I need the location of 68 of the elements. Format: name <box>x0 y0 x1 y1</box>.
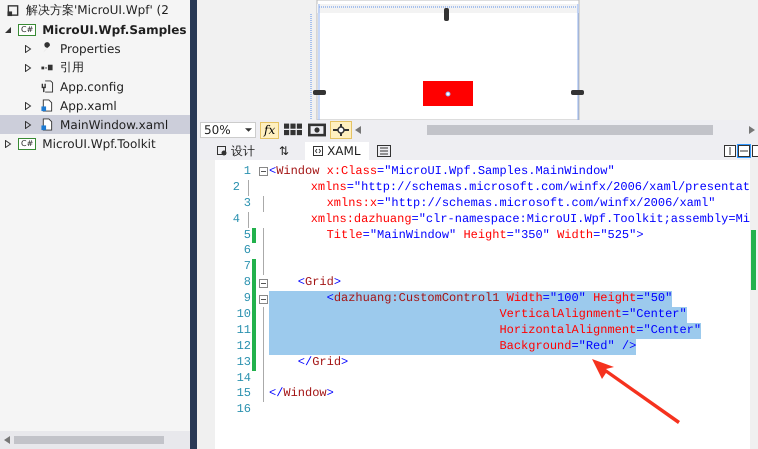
snap-icon[interactable] <box>307 122 328 138</box>
scroll-left-icon[interactable] <box>4 436 10 444</box>
code-line: <Grid> <box>296 275 342 292</box>
line-number: 13 <box>236 354 251 371</box>
collapse-icon[interactable] <box>258 278 268 288</box>
solution-icon <box>6 4 20 17</box>
tree-item[interactable]: MainWindow.xaml <box>0 115 190 134</box>
zoom-dropdown[interactable]: 50% <box>200 122 256 138</box>
collapse-icon[interactable] <box>258 167 268 176</box>
expander-icon[interactable] <box>4 140 12 148</box>
tree-item[interactable]: 引用 <box>0 58 190 77</box>
vertical-split-icon[interactable] <box>724 145 736 157</box>
line-number: 10 <box>236 307 251 323</box>
view-tab[interactable]: 设计 <box>209 142 263 160</box>
view-tab[interactable]: ⇅ <box>271 142 298 160</box>
solution-label[interactable]: 解决方案'MicroUI.Wpf' (2 <box>26 2 169 19</box>
collapse-pane-icon[interactable] <box>752 145 758 157</box>
line-number: 3 <box>242 196 251 212</box>
line-number: 1 <box>242 164 251 180</box>
line-number: 4 <box>232 212 240 228</box>
scrollbar[interactable] <box>750 160 758 449</box>
document-icon[interactable] <box>376 145 391 157</box>
csharp-project-icon: C# <box>18 24 36 36</box>
code-line: </Grid> <box>296 354 348 371</box>
code-line: <Window x:Class="MicroUI.Wpf.Samples.MainWindow" <box>269 164 615 180</box>
line-number: 8 <box>242 275 251 292</box>
tree-item[interactable]: App.config <box>0 77 190 96</box>
line-number: 11 <box>236 322 251 339</box>
line-number: 16 <box>236 402 251 418</box>
line-number: 2 <box>232 180 240 196</box>
line-number: 14 <box>236 370 251 386</box>
expander-icon[interactable] <box>24 44 32 52</box>
horizontal-split-icon[interactable] <box>738 145 750 157</box>
line-number: 12 <box>236 338 251 355</box>
expander-icon[interactable] <box>24 102 32 110</box>
caret-icon <box>245 128 252 132</box>
project-label[interactable]: MicroUI.Wpf.Toolkit <box>42 136 156 150</box>
formula-button[interactable]: fx <box>260 122 280 138</box>
scrollbar[interactable] <box>0 431 190 449</box>
code-line: xmlns="http://schemas.microsoft.com/winfx/2006/xaml/presentat <box>310 180 750 196</box>
tree-item[interactable]: Properties <box>0 39 190 58</box>
file-icon <box>40 99 54 112</box>
design-view-icon <box>217 146 227 156</box>
code-view-icon <box>313 146 324 156</box>
tree-item[interactable]: App.xaml <box>0 96 190 115</box>
line-number: 7 <box>242 259 251 276</box>
scroll-right-icon[interactable] <box>749 126 755 134</box>
code-line: xmlns:dazhuang="clr-namespace:MicroUI.Wpf.Toolkit;assembly=Mi <box>310 212 750 228</box>
line-number: 15 <box>236 386 251 402</box>
csharp-project-icon: C# <box>18 138 36 150</box>
expander-icon[interactable] <box>24 64 32 72</box>
line-number: 9 <box>242 291 251 308</box>
code-line: </Window> <box>269 386 334 402</box>
line-number: 5 <box>242 228 251 244</box>
grid-icon[interactable] <box>283 122 304 138</box>
expander-icon[interactable] <box>24 120 32 128</box>
view-tab[interactable]: XAML <box>305 142 369 160</box>
code-line: xmlns:x="http://schemas.microsoft.com/winfx/2006/xaml" <box>326 196 716 212</box>
file-icon <box>40 118 54 131</box>
expander-icon[interactable] <box>4 26 12 34</box>
code-line: Title="MainWindow" Height="350" Width="525"> <box>326 228 644 244</box>
collapse-icon[interactable] <box>258 294 268 304</box>
config-file-icon <box>40 80 54 93</box>
crosshair-icon[interactable] <box>331 122 352 138</box>
scroll-left-icon[interactable] <box>355 126 362 134</box>
project-label[interactable]: MicroUI.Wpf.Samples <box>42 22 187 36</box>
line-number: 6 <box>242 243 251 260</box>
scrollbar[interactable] <box>355 125 755 135</box>
